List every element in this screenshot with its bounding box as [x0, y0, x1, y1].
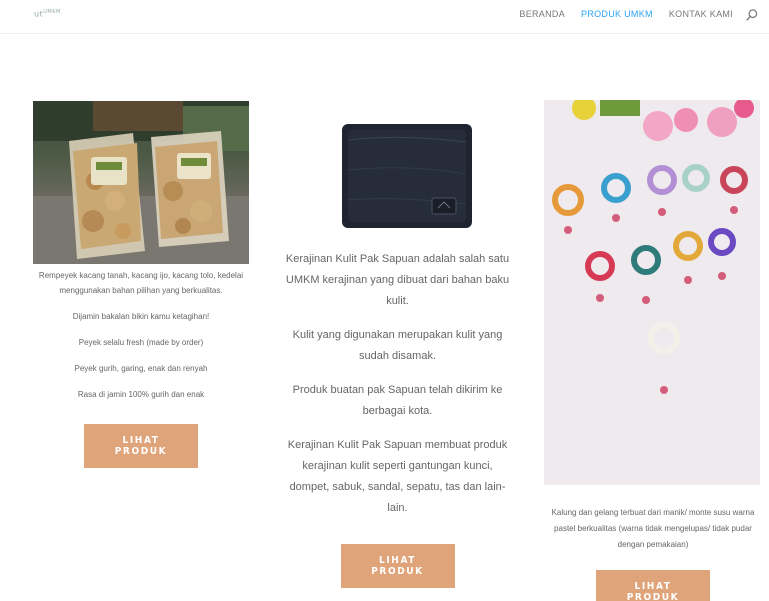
lihat-produk-button[interactable]: LIHAT PRODUK: [84, 424, 198, 468]
product-card-peyek: Rempeyek kacang tanah, kacang ijo, kacan…: [30, 101, 252, 468]
product-image-beads: [544, 100, 760, 485]
site-header: utUMKM BERANDA PRODUK UMKM KONTAK KAMI: [0, 0, 769, 34]
search-icon[interactable]: [745, 8, 759, 22]
product-desc: Produk buatan pak Sapuan telah dikirim k…: [292, 384, 503, 417]
product-desc: Peyek gurih, garing, enak dan renyah: [74, 364, 208, 373]
product-desc: Kulit yang digunakan merupakan kulit yan…: [292, 329, 503, 362]
product-image-peyek: [33, 101, 249, 264]
product-image-wallet: [297, 100, 498, 240]
product-card-kerajinan-kulit: Kerajinan Kulit Pak Sapuan adalah salah …: [285, 100, 510, 588]
nav-kontak-kami[interactable]: KONTAK KAMI: [669, 9, 733, 19]
product-desc: Kerajinan Kulit Pak Sapuan adalah salah …: [285, 253, 510, 307]
nav-beranda[interactable]: BERANDA: [519, 9, 565, 19]
main-nav: BERANDA PRODUK UMKM KONTAK KAMI: [519, 9, 733, 19]
product-desc: Rempeyek kacang tanah, kacang ijo, kacan…: [38, 271, 244, 295]
lihat-produk-button[interactable]: LIHAT PRODUK: [596, 570, 710, 601]
nav-produk-umkm[interactable]: PRODUK UMKM: [581, 9, 653, 19]
site-logo[interactable]: utUMKM: [34, 9, 61, 19]
product-desc: Kerajinan Kulit Pak Sapuan membuat produ…: [287, 439, 508, 514]
product-desc: Peyek selalu fresh (made by order): [78, 338, 204, 347]
product-desc: Dijamin bakalan bikin kamu ketagihan!: [72, 312, 210, 321]
product-desc: Rasa di jamin 100% gurih dan enak: [77, 390, 205, 399]
product-desc: Kalung dan gelang terbuat dari manik/ mo…: [551, 508, 755, 549]
product-card-manik: Kalung dan gelang terbuat dari manik/ mo…: [544, 100, 762, 601]
lihat-produk-button[interactable]: LIHAT PRODUK: [340, 544, 455, 588]
